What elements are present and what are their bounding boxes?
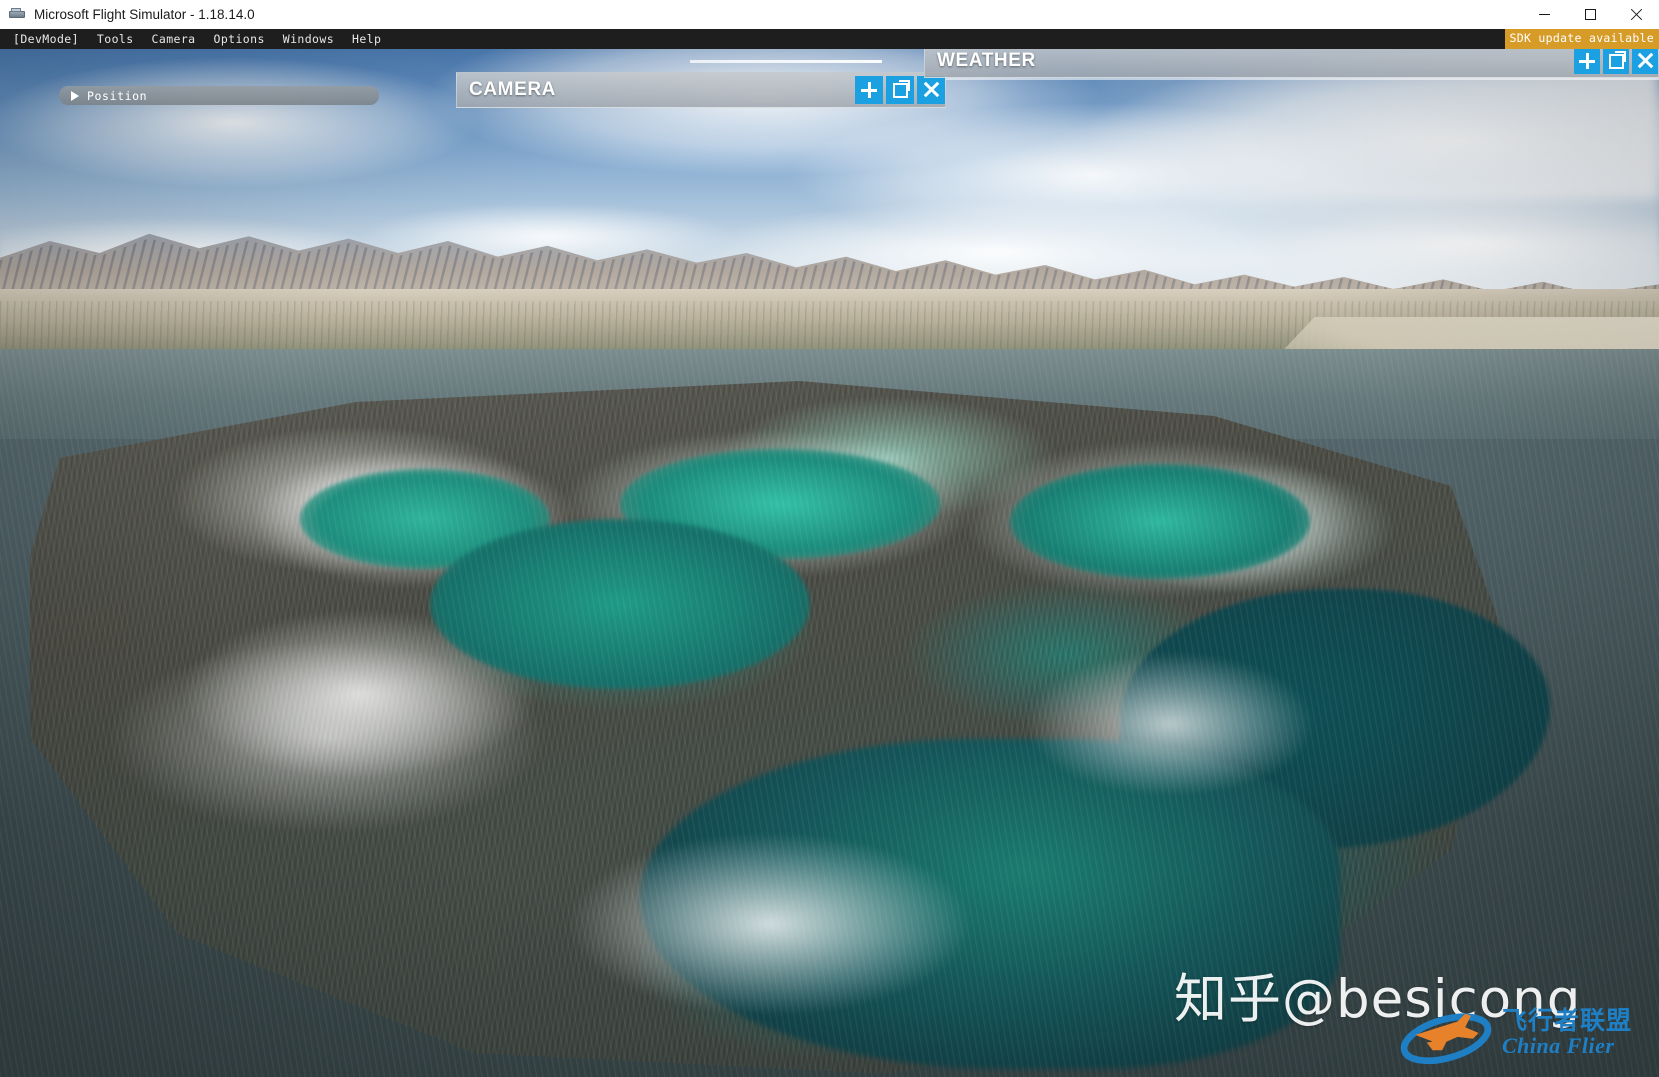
sdk-update-notice[interactable]: SDK update available (1504, 29, 1659, 49)
close-icon (1630, 9, 1642, 21)
flight-simulator-icon (9, 7, 26, 22)
camera-panel-header[interactable]: CAMERA (456, 72, 946, 108)
pop-out-icon (1608, 53, 1624, 69)
position-panel-label: Position (87, 88, 148, 103)
camera-panel-buttons (852, 76, 945, 104)
weather-popout-button[interactable] (1603, 48, 1629, 74)
viewport-scrollbar[interactable] (1647, 49, 1659, 1077)
flier-logo-icon (1400, 1013, 1492, 1065)
menu-item-tools[interactable]: Tools (88, 29, 143, 49)
maximize-button[interactable] (1567, 0, 1613, 29)
flier-watermark-cn: 飞行者联盟 (1502, 1006, 1633, 1035)
close-button[interactable] (1613, 0, 1659, 29)
maximize-icon (1584, 9, 1596, 20)
camera-panel-top-edge (690, 60, 882, 63)
plus-icon (861, 82, 877, 98)
close-icon (1637, 53, 1653, 69)
camera-popout-button[interactable] (886, 76, 914, 104)
weather-panel-underline (924, 78, 1659, 80)
china-flier-watermark: 飞行者联盟 China Flier (1392, 979, 1654, 1077)
camera-close-button[interactable] (917, 76, 945, 104)
devmode-menubar: [DevMode] Tools Camera Options Windows H… (0, 29, 1659, 49)
camera-add-button[interactable] (855, 76, 883, 104)
plus-icon (1579, 53, 1595, 69)
weather-close-button[interactable] (1632, 48, 1658, 74)
weather-panel-title: WEATHER (937, 50, 1036, 71)
weather-add-button[interactable] (1574, 48, 1600, 74)
weather-panel-header[interactable]: WEATHER (924, 44, 1659, 78)
triangle-right-icon (71, 90, 79, 101)
menu-item-windows[interactable]: Windows (274, 29, 343, 49)
window-controls (1521, 0, 1659, 29)
menu-item-camera[interactable]: Camera (143, 29, 205, 49)
pop-out-icon (892, 82, 908, 98)
window-title: Microsoft Flight Simulator - 1.18.14.0 (34, 7, 255, 22)
position-panel-collapsed[interactable]: Position (59, 86, 379, 105)
window-titlebar: Microsoft Flight Simulator - 1.18.14.0 (0, 0, 1659, 29)
minimize-icon (1538, 14, 1550, 15)
minimize-button[interactable] (1521, 0, 1567, 29)
simulator-viewport[interactable]: 知乎@besicong 飞行者联盟 China Flier (0, 49, 1659, 1077)
menu-item-options[interactable]: Options (205, 29, 274, 49)
menu-item-devmode[interactable]: [DevMode] (4, 29, 88, 49)
flier-watermark-en: China Flier (1502, 1033, 1615, 1058)
camera-panel-title: CAMERA (469, 79, 556, 100)
close-icon (923, 82, 939, 98)
weather-panel-buttons (1571, 48, 1658, 74)
menu-item-help[interactable]: Help (343, 29, 390, 49)
application-window: Microsoft Flight Simulator - 1.18.14.0 [… (0, 0, 1659, 1077)
